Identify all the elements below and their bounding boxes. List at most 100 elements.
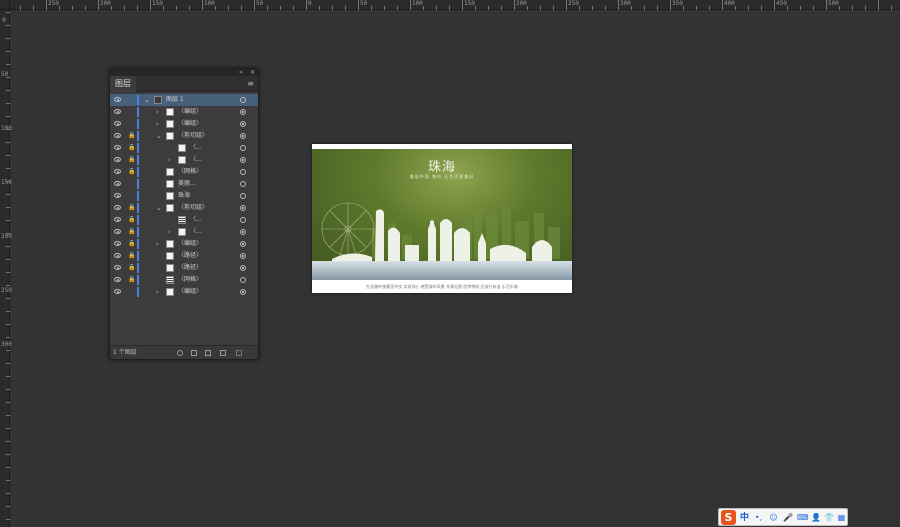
target-circle-icon[interactable] <box>240 289 246 295</box>
layer-row[interactable]: 🔒 〈路径〉 <box>110 262 258 274</box>
layer-row[interactable]: ⌄ 图层 1 <box>110 94 258 106</box>
locate-object-icon[interactable] <box>177 350 183 356</box>
target-circle-icon[interactable] <box>240 169 246 175</box>
layer-row[interactable]: 🔒 › 〈... <box>110 154 258 166</box>
visibility-eye-icon[interactable] <box>114 133 121 138</box>
chevron-down-icon[interactable]: ⌄ <box>156 202 162 214</box>
layer-row[interactable]: 🔒 〈网格〉 <box>110 166 258 178</box>
lock-icon[interactable]: 🔒 <box>128 166 135 178</box>
layer-row[interactable]: 🔒 › 〈... <box>110 226 258 238</box>
target-circle-icon[interactable] <box>240 217 246 223</box>
lock-icon[interactable]: 🔒 <box>128 262 135 274</box>
layer-name[interactable]: 〈编组〉 <box>178 286 202 298</box>
layer-row[interactable]: › 〈编组〉 <box>110 118 258 130</box>
chevron-right-icon[interactable]: › <box>156 238 159 250</box>
visibility-eye-icon[interactable] <box>114 253 121 258</box>
target-circle-icon[interactable] <box>240 181 246 187</box>
microphone-icon[interactable]: 🎤 <box>783 513 793 522</box>
visibility-eye-icon[interactable] <box>114 157 121 162</box>
user-icon[interactable]: 👤 <box>811 513 821 522</box>
lock-icon[interactable]: 🔒 <box>128 130 135 142</box>
layer-name[interactable]: 〈... <box>190 214 202 226</box>
target-circle-icon[interactable] <box>240 121 246 127</box>
chevron-right-icon[interactable]: › <box>168 154 171 166</box>
target-circle-icon[interactable] <box>240 265 246 271</box>
toolbox-icon[interactable]: ▦ <box>837 513 846 522</box>
layer-name[interactable]: 美丽... <box>178 178 196 190</box>
lock-icon[interactable]: 🔒 <box>128 250 135 262</box>
new-sublayer-icon[interactable] <box>205 350 211 356</box>
layer-name[interactable]: 〈编组〉 <box>178 118 202 130</box>
layer-row[interactable]: 🔒 〈路径〉 <box>110 250 258 262</box>
layer-row[interactable]: 🔒 › 〈编组〉 <box>110 238 258 250</box>
lock-icon[interactable]: 🔒 <box>128 238 135 250</box>
visibility-eye-icon[interactable] <box>114 145 121 150</box>
target-circle-icon[interactable] <box>240 157 246 163</box>
chevron-right-icon[interactable]: › <box>156 118 159 130</box>
visibility-eye-icon[interactable] <box>114 289 121 294</box>
layer-name[interactable]: 〈编组〉 <box>178 238 202 250</box>
lock-icon[interactable]: 🔒 <box>128 202 135 214</box>
lock-icon[interactable]: 🔒 <box>128 154 135 166</box>
visibility-eye-icon[interactable] <box>114 277 121 282</box>
emoji-icon[interactable]: ☺ <box>769 513 778 522</box>
layer-row[interactable]: 珠海 <box>110 190 258 202</box>
layer-row[interactable]: 🔒 〈... <box>110 142 258 154</box>
target-circle-icon[interactable] <box>240 241 246 247</box>
panel-title-bar[interactable]: » ✕ <box>110 69 258 76</box>
visibility-eye-icon[interactable] <box>114 181 121 186</box>
tab-layers[interactable]: 图层 <box>110 76 136 92</box>
keyboard-icon[interactable]: ⌨ <box>797 513 809 522</box>
lock-icon[interactable]: 🔒 <box>128 274 135 286</box>
layer-row[interactable]: 🔒 〈... <box>110 214 258 226</box>
ime-toolbar[interactable]: S 中 •, ☺ 🎤 ⌨ 👤 👕 ▦ <box>718 508 848 526</box>
collapse-icon[interactable]: » <box>239 69 243 76</box>
visibility-eye-icon[interactable] <box>114 229 121 234</box>
layer-row[interactable]: 美丽... <box>110 178 258 190</box>
make-clipping-mask-icon[interactable] <box>191 350 197 356</box>
layer-name[interactable]: 〈... <box>190 226 202 238</box>
chevron-right-icon[interactable]: › <box>168 226 171 238</box>
visibility-eye-icon[interactable] <box>114 193 121 198</box>
layer-name[interactable]: 〈路径〉 <box>178 250 202 262</box>
layer-name[interactable]: 〈剪切组〉 <box>178 202 208 214</box>
chevron-right-icon[interactable]: › <box>156 106 159 118</box>
lock-icon[interactable]: 🔒 <box>128 142 135 154</box>
target-circle-icon[interactable] <box>240 97 246 103</box>
ime-language-toggle[interactable]: 中 <box>740 509 749 527</box>
panel-menu-icon[interactable]: ≡ <box>247 79 254 88</box>
target-circle-icon[interactable] <box>240 253 246 259</box>
layer-name[interactable]: 珠海 <box>178 190 190 202</box>
layer-name[interactable]: 〈剪切组〉 <box>178 130 208 142</box>
ruler-origin[interactable] <box>0 0 10 10</box>
layer-row[interactable]: › 〈编组〉 <box>110 106 258 118</box>
layer-row[interactable]: 🔒 ⌄ 〈剪切组〉 <box>110 202 258 214</box>
chevron-down-icon[interactable]: ⌄ <box>144 94 150 106</box>
layer-row[interactable]: › 〈编组〉 <box>110 286 258 298</box>
visibility-eye-icon[interactable] <box>114 241 121 246</box>
visibility-eye-icon[interactable] <box>114 109 121 114</box>
target-circle-icon[interactable] <box>240 133 246 139</box>
chevron-down-icon[interactable]: ⌄ <box>156 130 162 142</box>
horizontal-ruler[interactable]: 250 200 150 100 50 0 50 100 150 200 250 300 350 400 45… <box>0 0 900 10</box>
skin-icon[interactable]: 👕 <box>824 513 834 522</box>
layer-name[interactable]: 〈网格〉 <box>178 274 202 286</box>
target-circle-icon[interactable] <box>240 145 246 151</box>
delete-layer-icon[interactable] <box>236 350 242 356</box>
layer-name[interactable]: 〈... <box>190 154 202 166</box>
layer-row[interactable]: 🔒 〈网格〉 <box>110 274 258 286</box>
layer-name[interactable]: 〈路径〉 <box>178 262 202 274</box>
lock-icon[interactable]: 🔒 <box>128 226 135 238</box>
visibility-eye-icon[interactable] <box>114 205 121 210</box>
vertical-ruler[interactable]: 0 50 100 150 200 250 300 <box>0 0 12 527</box>
layer-name[interactable]: 〈... <box>190 142 202 154</box>
target-circle-icon[interactable] <box>240 229 246 235</box>
target-circle-icon[interactable] <box>240 277 246 283</box>
layer-name[interactable]: 〈网格〉 <box>178 166 202 178</box>
visibility-eye-icon[interactable] <box>114 169 121 174</box>
visibility-eye-icon[interactable] <box>114 265 121 270</box>
punctuation-icon[interactable]: •, <box>754 513 763 522</box>
layer-name[interactable]: 图层 1 <box>166 94 184 106</box>
chevron-right-icon[interactable]: › <box>156 286 159 298</box>
visibility-eye-icon[interactable] <box>114 97 121 102</box>
